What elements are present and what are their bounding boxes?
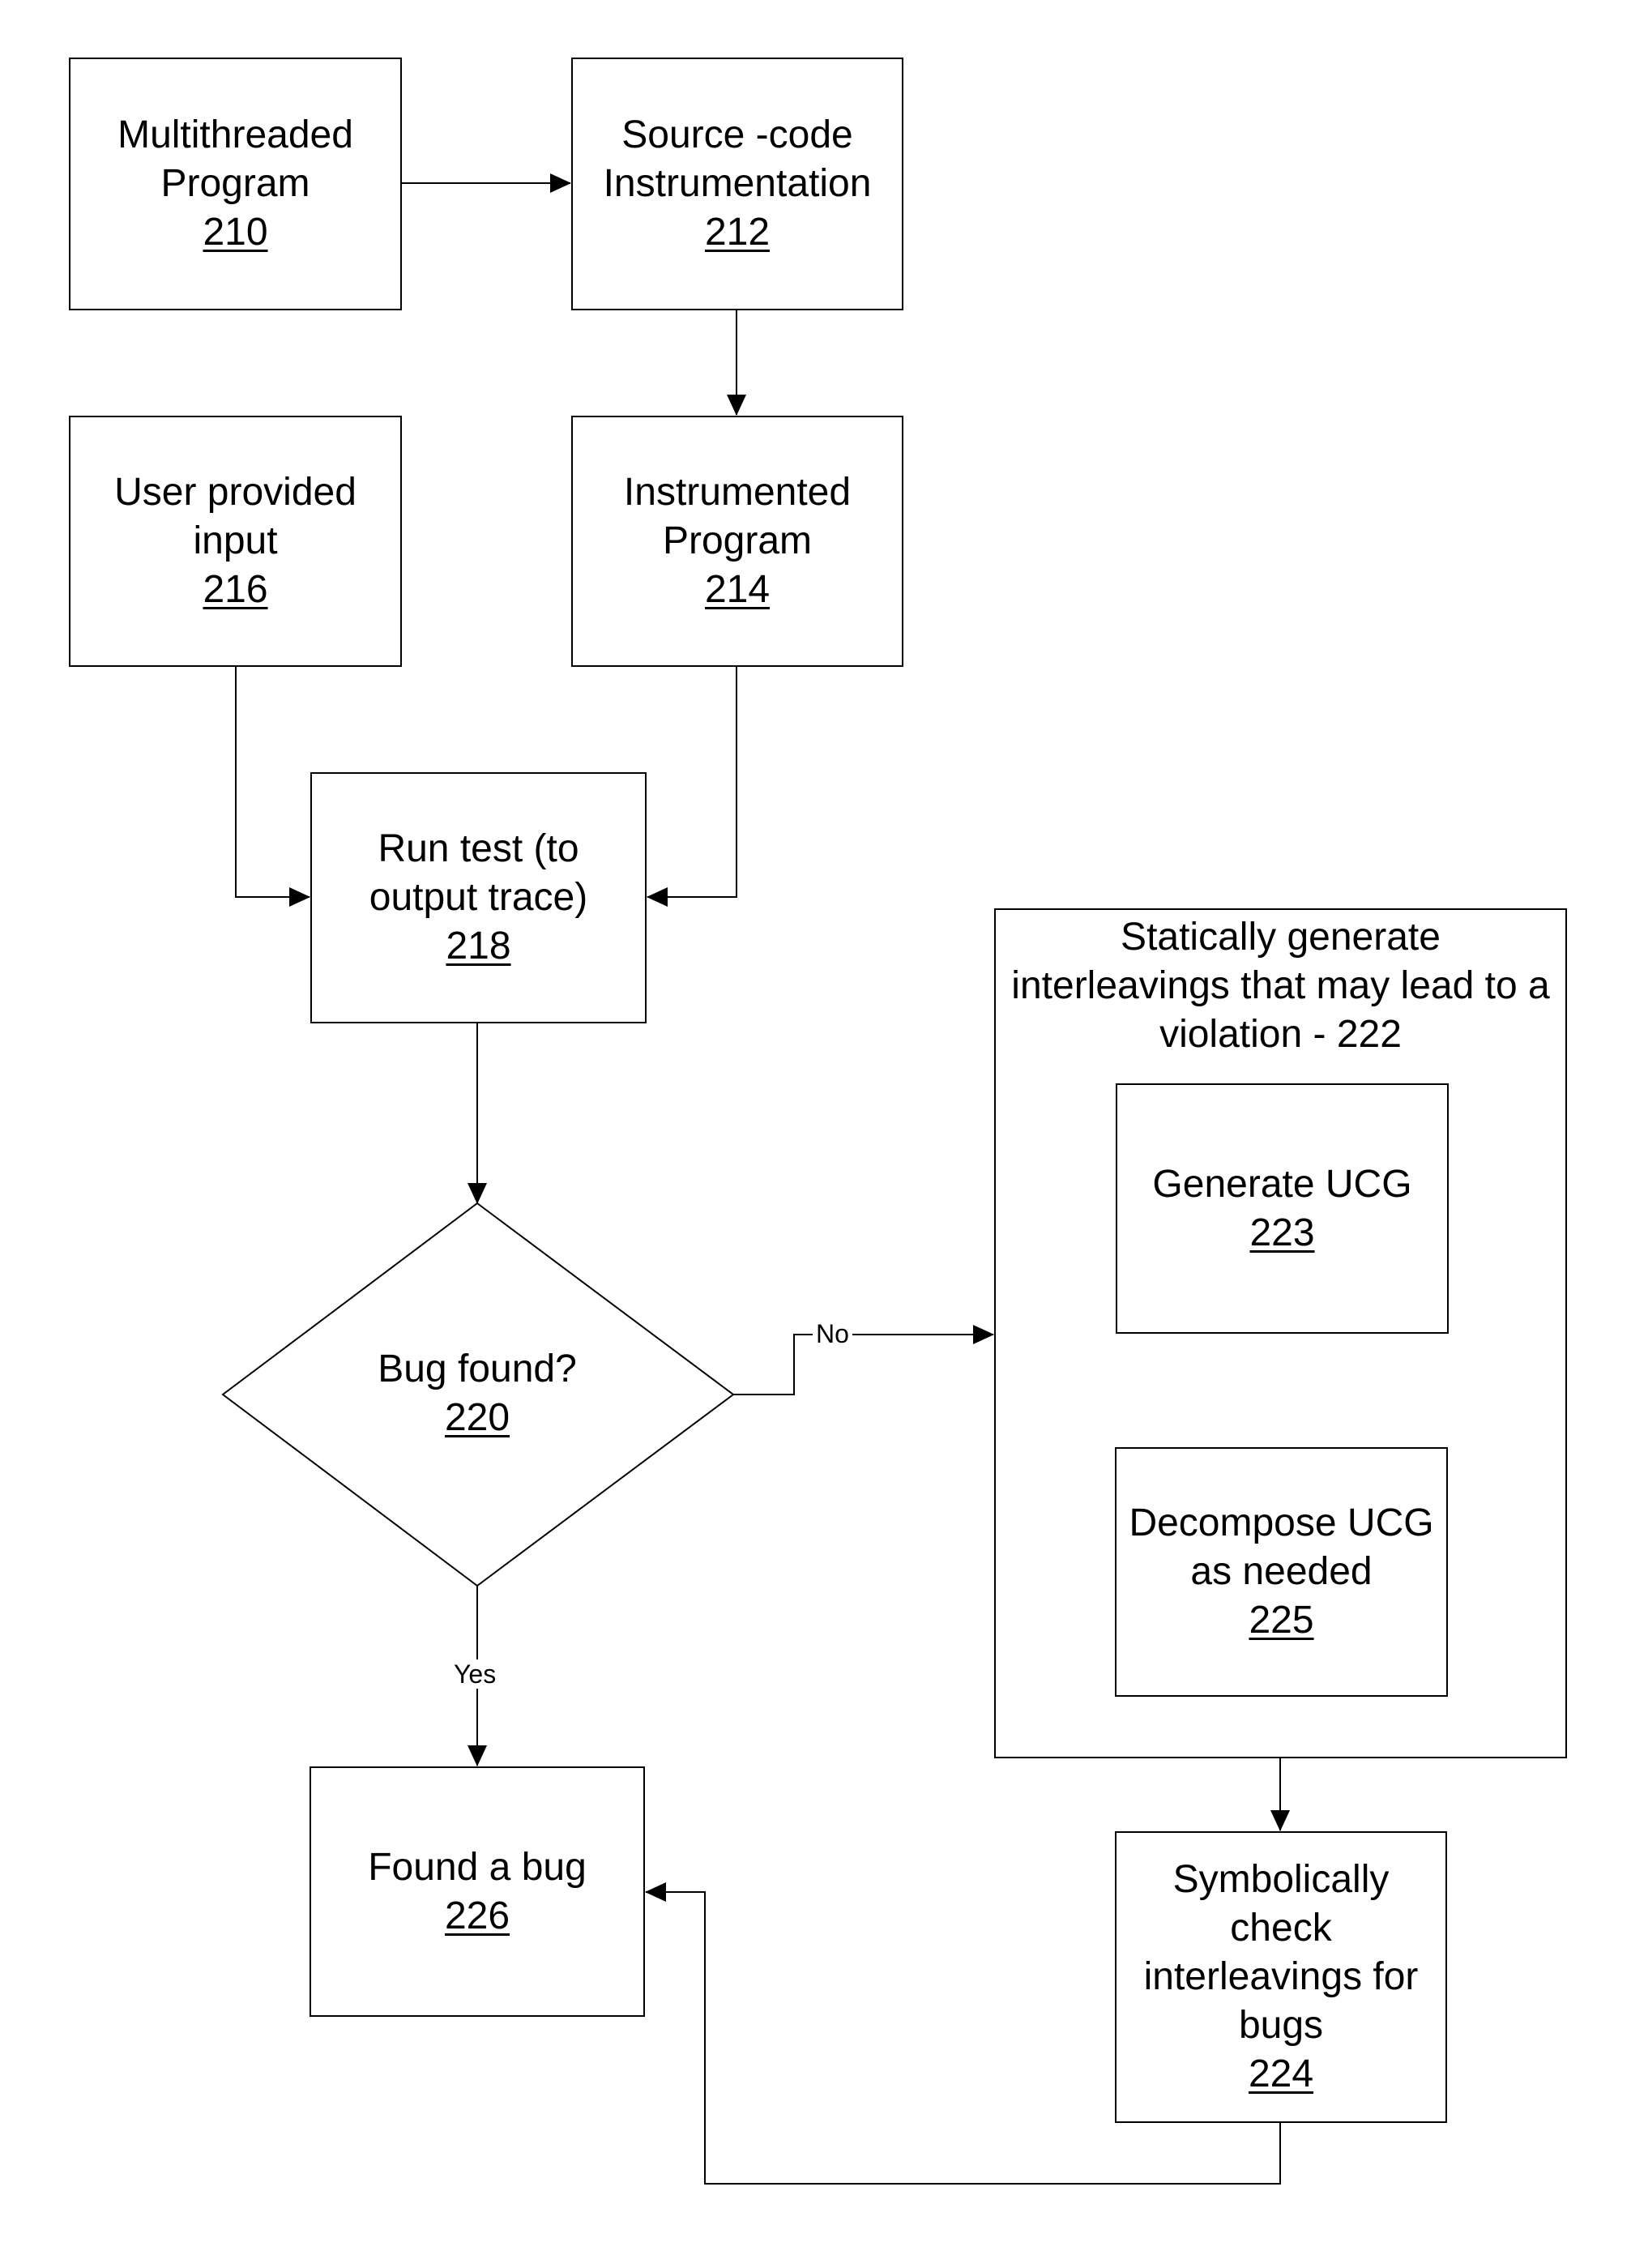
node-label-line: check [1230,1907,1332,1950]
container-title-222: Statically generate interleavings that m… [996,913,1565,1059]
node-label-line: Symbolically [1172,1858,1390,1901]
reference-number: 226 [444,1894,510,1937]
node-label-line: Instrumentation [603,162,872,205]
node-generate-ucg: Generate UCG 223 [1116,1083,1449,1334]
node-label-line: Generate UCG [1152,1162,1412,1206]
decision-label-bug-found: Bug found? 220 [315,1345,639,1442]
node-label-line: Instrumented [623,471,852,514]
node-label-line: Decompose UCG [1129,1501,1434,1544]
node-label-line: Found a bug [368,1845,587,1889]
node-multithreaded-program: Multithreaded Program 210 [69,58,402,310]
container-title-line: violation - 222 [1159,1013,1402,1056]
edge-214-218 [647,666,737,907]
node-user-provided-input: User provided input 216 [69,416,402,667]
node-source-code-instrumentation: Source -code Instrumentation 212 [571,58,903,310]
flowchart: Multithreaded Program 210 Source -code I… [0,0,1631,2268]
edge-label-yes: Yes [450,1659,500,1689]
container-title-line: interleavings that may lead to a [1011,964,1550,1007]
node-label-line: Program [160,162,310,205]
node-label-line: as needed [1190,1550,1373,1593]
node-label-line: Source -code [621,113,853,156]
reference-number: 210 [203,211,268,254]
node-label-line: interleavings for [1143,1955,1419,1998]
edge-216-218 [235,667,310,907]
reference-number: 220 [444,1396,510,1439]
reference-number: 224 [1248,2052,1314,2095]
decision-question: Bug found? [378,1348,577,1390]
reference-number: 214 [704,568,771,611]
node-symbolically-check-interleavings: Symbolically check interleavings for bug… [1115,1831,1447,2123]
node-instrumented-program: Instrumented Program 214 [571,416,903,667]
reference-number: 218 [446,925,511,967]
node-label-line: Program [662,519,813,562]
reference-number: 223 [1249,1211,1315,1254]
node-label-line: Run test (to [378,827,579,870]
node-label-line: output trace) [369,876,588,919]
node-label-line: Multithreaded [117,113,353,156]
node-run-test: Run test (to output trace) 218 [310,772,647,1023]
reference-number: 225 [1249,1599,1314,1642]
node-label-line: User provided [114,471,357,514]
node-label-line: input [193,519,278,562]
container-title-line: Statically generate [1121,916,1441,959]
node-found-a-bug: Found a bug 226 [310,1766,645,2017]
edge-label-no: No [813,1319,852,1348]
node-decompose-ucg: Decompose UCG as needed 225 [1115,1447,1448,1697]
reference-number: 216 [203,568,268,611]
node-label-line: bugs [1238,2004,1324,2047]
reference-number: 212 [704,211,771,254]
edge-220-222-no [733,1325,994,1395]
